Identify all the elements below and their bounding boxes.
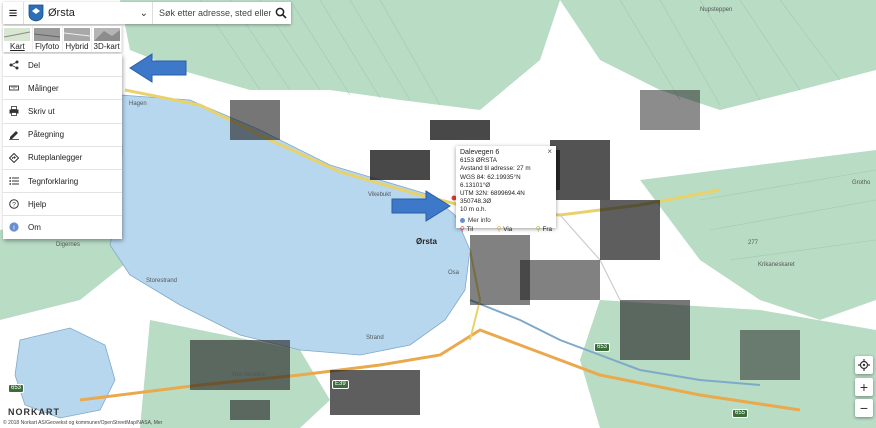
search-icon (275, 7, 287, 19)
menu-item-hjelp[interactable]: ? Hjelp (3, 193, 122, 217)
draw-icon (9, 130, 19, 140)
popup-distance: Avstand til adresse: 27 m (460, 165, 531, 173)
menu-item-tegnforklaring[interactable]: Tegnforklaring (3, 170, 122, 194)
pin-red-icon: ⚲ (460, 225, 465, 233)
layer-tab-flyfoto[interactable]: Flyfoto (33, 26, 63, 52)
popup-close-button[interactable]: × (547, 147, 552, 156)
map-label-nupsteppen: Nupsteppen (700, 7, 733, 13)
info-icon: i (9, 222, 19, 233)
popup-height: 10 m o.h. (460, 206, 487, 214)
popup-wgs: WGS 84: 62.19935°N 6.13101°Ø (460, 173, 521, 189)
search-input[interactable]: Søk etter adresse, sted eller eiendom. (153, 8, 271, 18)
info-dot-icon (460, 218, 465, 224)
hamburger-icon: ≡ (8, 4, 18, 22)
hamburger-menu-button[interactable]: ≡ (3, 2, 24, 24)
ruler-icon (9, 85, 19, 91)
search-button[interactable] (271, 2, 291, 24)
route-from-button[interactable]: ⚲ Fra (536, 226, 552, 234)
route-icon (9, 152, 19, 163)
norkart-logo: NORKART (8, 407, 60, 417)
route-shield-655: 655 (732, 409, 749, 418)
route-shield-653-east: 653 (594, 343, 611, 352)
layer-tab-3d[interactable]: 3D-kart (92, 26, 122, 52)
municipality-crest-icon (28, 4, 44, 22)
map-canvas[interactable] (0, 0, 876, 428)
map-label-vikebukt: Vikebukt (368, 192, 391, 198)
side-menu: Del Målinger Skriv ut Påtegning Ruteplan… (3, 54, 122, 239)
print-icon (9, 106, 19, 117)
layer-tab-kart[interactable]: Kart (3, 26, 33, 52)
popup-address-title: Dalevegen 6 (460, 149, 500, 156)
route-to-button[interactable]: ⚲ Til (460, 226, 473, 234)
map-thumbnail-icon (4, 28, 31, 41)
legend-icon (9, 177, 19, 185)
map-label-277: 277 (748, 240, 759, 246)
map-layer-tabs: Kart Flyfoto Hybrid 3D-kart (3, 26, 122, 52)
map-label-krikaneskaret: Krikaneskaret (758, 262, 795, 268)
menu-item-del[interactable]: Del (3, 54, 122, 78)
aerial-thumbnail-icon (34, 28, 61, 41)
menu-item-om[interactable]: i Om (3, 216, 122, 238)
top-bar: ≡ Ørsta ⌄ Søk etter adresse, sted eller … (3, 2, 291, 24)
menu-item-skriv-ut[interactable]: Skriv ut (3, 100, 122, 124)
route-shield-e39: E39 (332, 380, 349, 389)
route-shield-653: 653 (8, 384, 25, 393)
share-icon (9, 60, 19, 70)
municipality-selector[interactable]: Ørsta ⌄ (48, 2, 153, 24)
hybrid-thumbnail-icon (63, 28, 90, 41)
municipality-name: Ørsta (48, 7, 75, 19)
popup-utm: UTM 32N: 6899694.4N 350748.3Ø (460, 190, 525, 206)
layer-tab-hybrid[interactable]: Hybrid (63, 26, 93, 52)
zoom-out-button[interactable]: − (855, 399, 873, 417)
map-label-digernes: Digernes (56, 242, 81, 248)
map-label-osa: Osa (448, 270, 460, 276)
copyright-text[interactable]: © 2018 Norkart AS/Geovekst og kommuner/O… (3, 420, 162, 426)
svg-text:i: i (13, 225, 14, 232)
pin-orange-icon: ⚲ (496, 225, 502, 233)
map-label-hagen: Hagen (129, 101, 147, 107)
map-label-town: Ørsta (416, 237, 437, 246)
menu-item-malinger[interactable]: Målinger (3, 77, 122, 101)
map-label-storestrand: Storestrand (146, 278, 178, 284)
map-label-ytre-aurstein: Ytre-Aurstein (231, 372, 267, 378)
locate-me-button[interactable] (855, 356, 873, 374)
crosshair-icon (858, 359, 870, 371)
popup-postal: 6153 ØRSTA (460, 157, 497, 165)
zoom-in-button[interactable]: + (855, 378, 873, 396)
menu-item-pategning[interactable]: Påtegning (3, 124, 122, 147)
map-label-strand: Strand (366, 335, 384, 341)
menu-item-ruteplanlegger[interactable]: Ruteplanlegger (3, 147, 122, 170)
chevron-down-icon: ⌄ (139, 7, 148, 19)
address-popup: × Dalevegen 6 6153 ØRSTA Avstand til adr… (456, 146, 556, 233)
route-via-button[interactable]: ⚲ Via (497, 226, 513, 234)
pin-green-icon: ⚲ (535, 225, 541, 233)
more-info-link[interactable]: Mer info (460, 217, 552, 225)
svg-text:?: ? (12, 202, 16, 209)
route-actions: ⚲ Til ⚲ Via ⚲ Fra (460, 226, 552, 234)
3d-thumbnail-icon (93, 28, 120, 41)
map-label-grotho: Grotho (852, 180, 871, 186)
help-icon: ? (9, 199, 19, 210)
